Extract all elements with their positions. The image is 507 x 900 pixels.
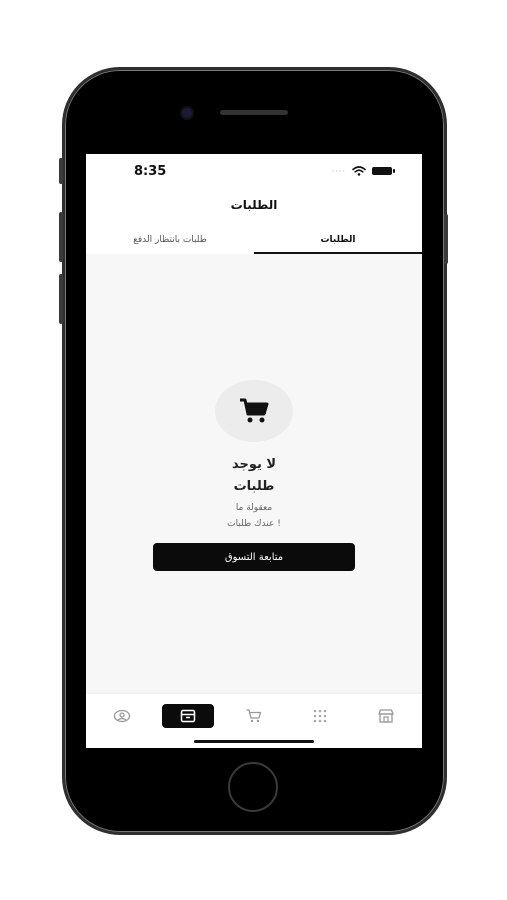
nav-profile[interactable] (96, 704, 148, 728)
nav-orders[interactable] (162, 704, 214, 728)
nav-store[interactable] (360, 704, 412, 728)
nav-categories[interactable] (294, 704, 346, 728)
status-time: 8:35 (134, 164, 167, 179)
status-indicators: ···· (331, 166, 395, 176)
mute-switch (59, 158, 63, 184)
empty-title-line2: طلبات (233, 479, 275, 494)
tab-orders-label: الطلبات (320, 235, 356, 245)
empty-sub-line2: عندك طلبات ! (227, 519, 281, 529)
wifi-icon (352, 166, 366, 176)
home-indicator (194, 740, 314, 743)
page-title: الطلبات (230, 198, 278, 212)
nav-cart[interactable] (228, 704, 280, 728)
store-icon (378, 709, 394, 723)
empty-sub-line1: معقولة ما (235, 503, 273, 513)
orders-box-icon (180, 709, 196, 723)
empty-state-icon-circle (215, 380, 293, 442)
tab-orders[interactable]: الطلبات (254, 232, 422, 254)
cart-icon (240, 398, 269, 423)
volume-down-button (59, 274, 63, 324)
signal-dots: ···· (331, 166, 346, 176)
empty-state-subtitle: معقولة ما عندك طلبات ! (86, 500, 422, 532)
profile-icon (113, 709, 131, 723)
power-button (444, 214, 448, 264)
tab-pending-payment[interactable]: طلبات بانتظار الدفع (86, 232, 254, 254)
empty-title-line1: لا يوجد (231, 457, 277, 472)
tab-pending-payment-label: طلبات بانتظار الدفع (133, 235, 207, 245)
home-button[interactable] (228, 762, 278, 812)
app-screen: 8:35 ···· الطلبات الطلبات طلبات بانتظار … (86, 154, 422, 748)
front-camera (182, 108, 192, 118)
continue-shopping-button[interactable]: متابعة التسوق (153, 543, 355, 571)
earpiece-speaker (220, 110, 288, 115)
orders-tabs: الطلبات طلبات بانتظار الدفع (86, 232, 422, 254)
battery-icon (372, 167, 395, 175)
cart-icon (246, 709, 262, 723)
volume-up-button (59, 212, 63, 262)
top-area: 8:35 ···· الطلبات الطلبات طلبات بانتظار … (86, 154, 422, 254)
empty-state-title: لا يوجد طلبات (86, 454, 422, 498)
grid-icon (313, 709, 327, 723)
